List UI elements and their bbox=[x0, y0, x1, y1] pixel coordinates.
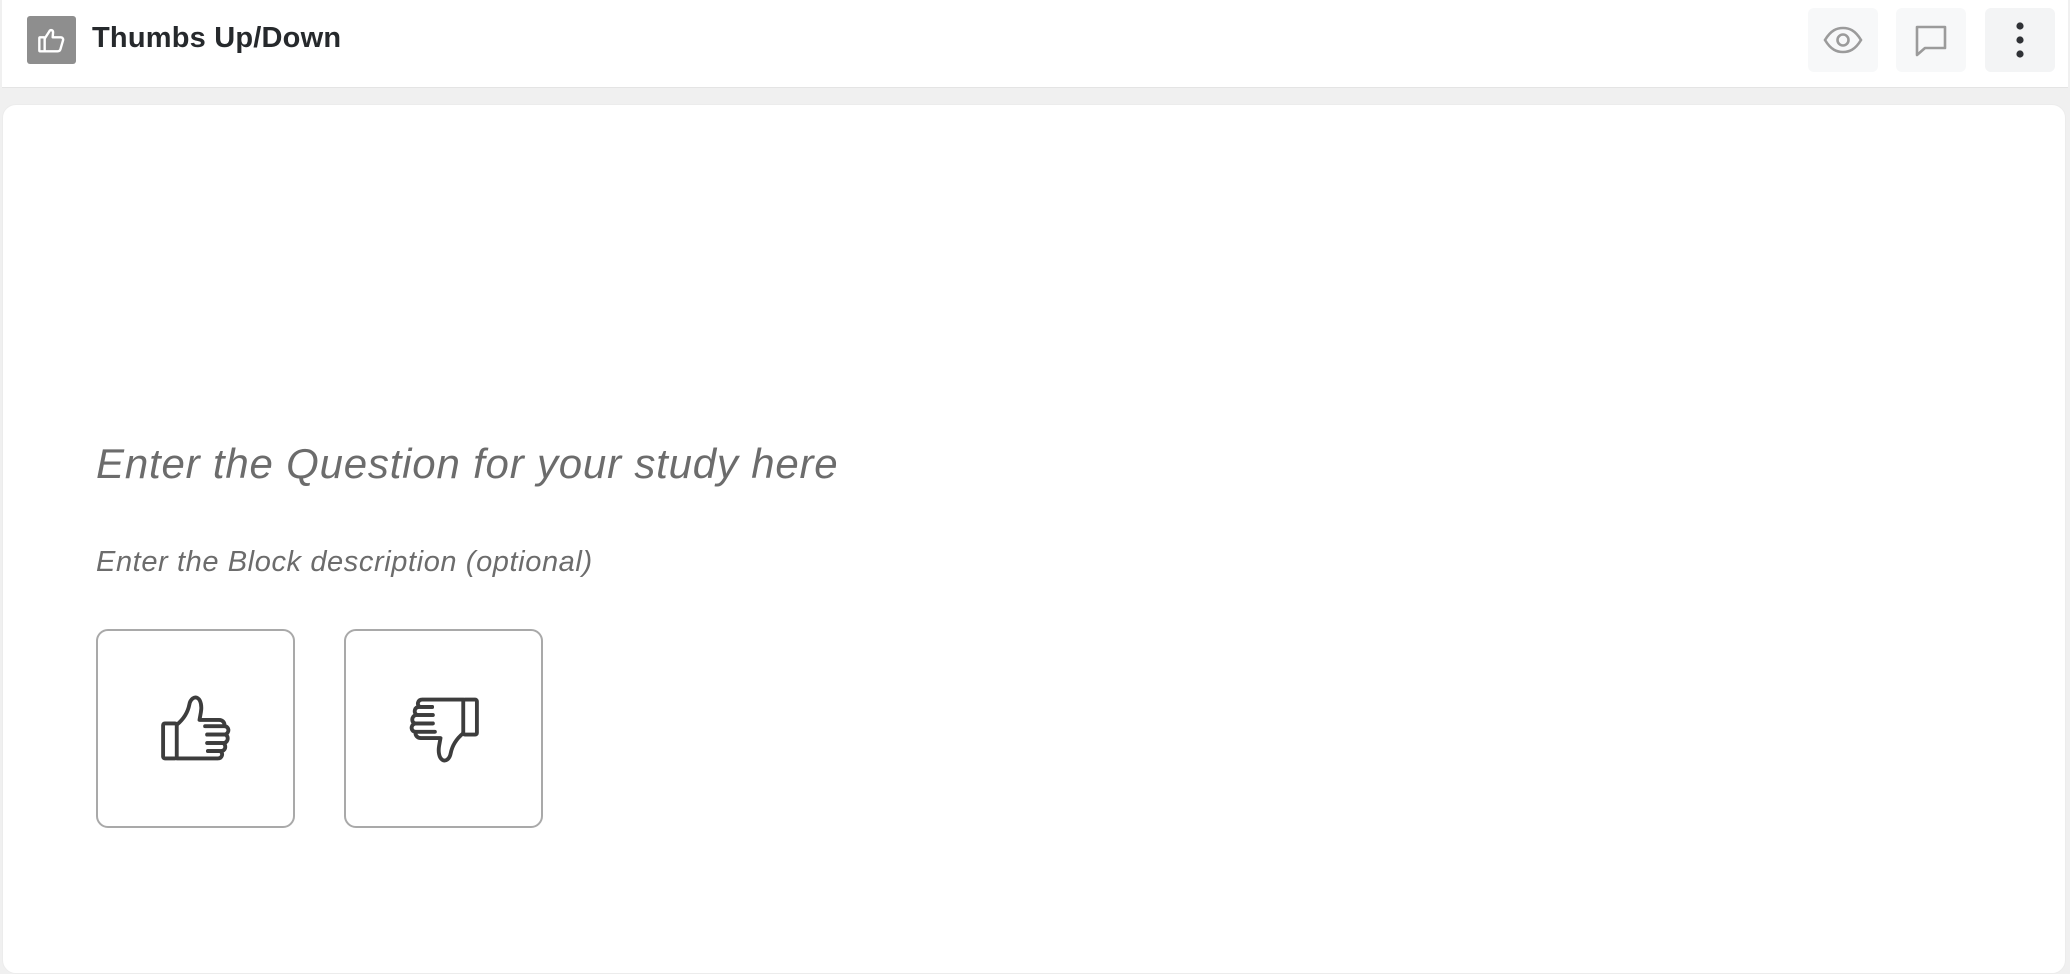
more-vertical-icon bbox=[2016, 22, 2024, 58]
block-title: Thumbs Up/Down bbox=[92, 22, 342, 54]
description-input[interactable]: Enter the Block description (optional) bbox=[96, 546, 593, 579]
question-input[interactable]: Enter the Question for your study here bbox=[96, 440, 838, 488]
thumbs-down-icon bbox=[409, 697, 479, 762]
thumbs-down-option[interactable] bbox=[344, 629, 543, 828]
thumbs-up-icon bbox=[27, 16, 76, 64]
thumbs-up-icon bbox=[160, 695, 230, 760]
preview-button[interactable] bbox=[1808, 8, 1878, 72]
comments-button[interactable] bbox=[1896, 8, 1966, 72]
thumbs-up-option[interactable] bbox=[96, 629, 295, 828]
block-header: Thumbs Up/Down bbox=[2, 0, 2068, 88]
more-options-button[interactable] bbox=[1985, 8, 2055, 72]
comment-icon bbox=[1915, 25, 1947, 57]
block-editor-card bbox=[2, 104, 2066, 974]
eye-icon bbox=[1823, 26, 1863, 54]
